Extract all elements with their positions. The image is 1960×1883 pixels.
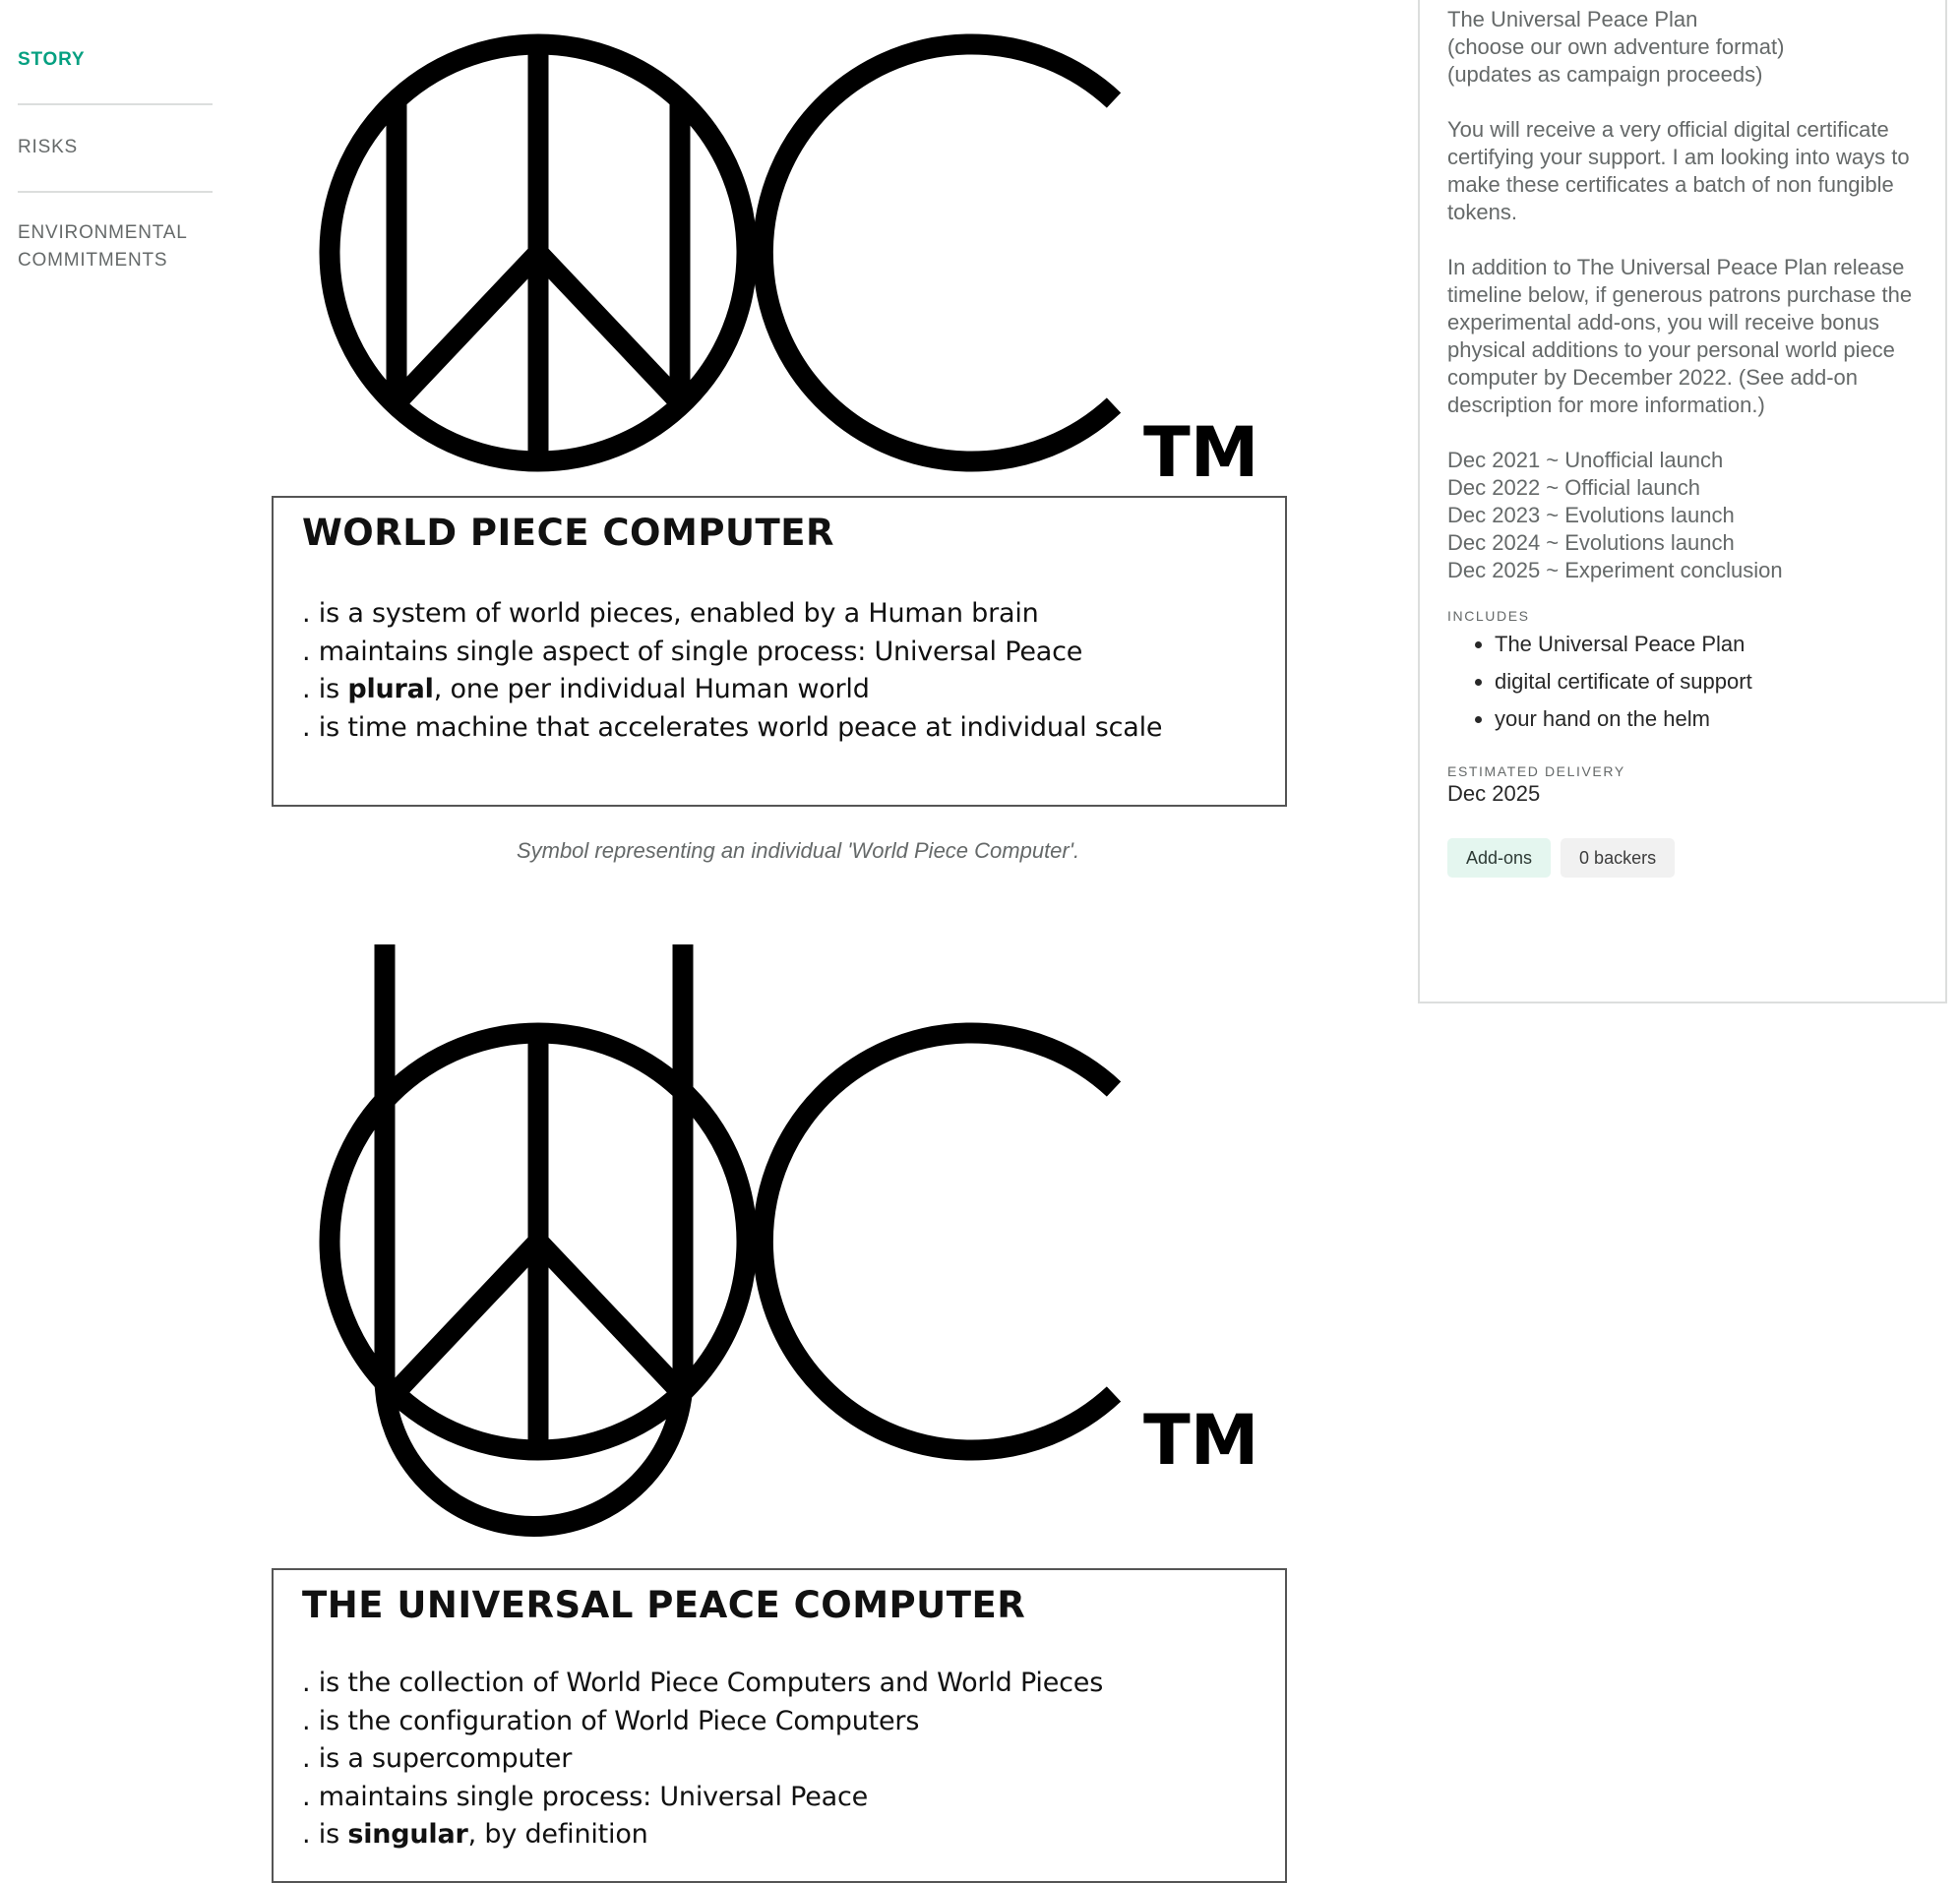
timeline-item: Dec 2024 ~ Evolutions launch — [1447, 530, 1735, 555]
definition-item: . maintains single process: Universal Pe… — [302, 1781, 869, 1812]
definition-item: . is the configuration of World Piece Co… — [302, 1705, 920, 1736]
definition-box-title: WORLD PIECE COMPUTER — [302, 512, 834, 554]
nav-story-link[interactable]: STORY — [18, 46, 85, 74]
reward-description: The Universal Peace Plan (choose our own… — [1447, 6, 1939, 584]
trademark-mark: TM — [1143, 1400, 1258, 1481]
definition-item: . is singular, by definition — [302, 1819, 648, 1850]
nav-divider — [18, 103, 213, 105]
backers-count-badge: 0 backers — [1561, 838, 1676, 878]
estimated-delivery-label: ESTIMATED DELIVERY — [1447, 763, 1625, 779]
includes-item: digital certificate of support — [1495, 663, 1939, 700]
reward-addons-note: In addition to The Universal Peace Plan … — [1447, 255, 1913, 417]
definition-item: . is time machine that accelerates world… — [302, 711, 1163, 743]
timeline-item: Dec 2023 ~ Evolutions launch — [1447, 503, 1735, 527]
estimated-delivery-value: Dec 2025 — [1447, 781, 1541, 806]
nav-divider — [18, 191, 213, 193]
definition-item: . is a supercomputer — [302, 1743, 573, 1774]
reward-intro-line: (choose our own adventure format) — [1447, 34, 1785, 59]
figure-caption: Symbol representing an individual 'World… — [516, 838, 1080, 863]
definition-box-title: THE UNIVERSAL PEACE COMPUTER — [302, 1584, 1026, 1626]
reward-certificate-text: You will receive a very official digital… — [1447, 117, 1910, 224]
definition-list: . is the collection of World Piece Compu… — [302, 1665, 1103, 1854]
definition-item: . is a system of world pieces, enabled b… — [302, 598, 1039, 629]
addons-badge: Add-ons — [1447, 838, 1552, 878]
includes-list: The Universal Peace Plan digital certifi… — [1447, 626, 1939, 738]
definition-item: . is the collection of World Piece Compu… — [302, 1668, 1104, 1698]
definition-item: . is plural, one per individual Human wo… — [302, 674, 870, 704]
universal-peace-computer-definition-box: THE UNIVERSAL PEACE COMPUTER . is the co… — [272, 1568, 1287, 1883]
reward-tier-card[interactable]: The Universal Peace Plan (choose our own… — [1418, 0, 1947, 1003]
world-piece-computer-logo: TM — [319, 33, 1258, 482]
definition-list: . is a system of world pieces, enabled b… — [302, 595, 1163, 747]
timeline-item: Dec 2021 ~ Unofficial launch — [1447, 448, 1724, 472]
timeline-item: Dec 2022 ~ Official launch — [1447, 475, 1701, 500]
nav-environmental-commitments-link[interactable]: ENVIRONMENTAL COMMITMENTS — [18, 219, 214, 274]
includes-item: The Universal Peace Plan — [1495, 626, 1939, 663]
world-piece-computer-definition-box: WORLD PIECE COMPUTER . is a system of wo… — [272, 496, 1287, 807]
reward-intro-line: The Universal Peace Plan — [1447, 7, 1698, 31]
reward-intro-line: (updates as campaign proceeds) — [1447, 62, 1763, 87]
trademark-mark: TM — [1143, 412, 1258, 482]
includes-label: INCLUDES — [1447, 608, 1530, 624]
reward-badges: Add-ons 0 backers — [1447, 838, 1939, 878]
timeline-item: Dec 2025 ~ Experiment conclusion — [1447, 558, 1783, 582]
definition-item: . maintains single aspect of single proc… — [302, 636, 1083, 667]
universal-peace-computer-logo: TM — [319, 944, 1258, 1537]
nav-risks-link[interactable]: RISKS — [18, 134, 78, 161]
includes-item: your hand on the helm — [1495, 700, 1939, 738]
